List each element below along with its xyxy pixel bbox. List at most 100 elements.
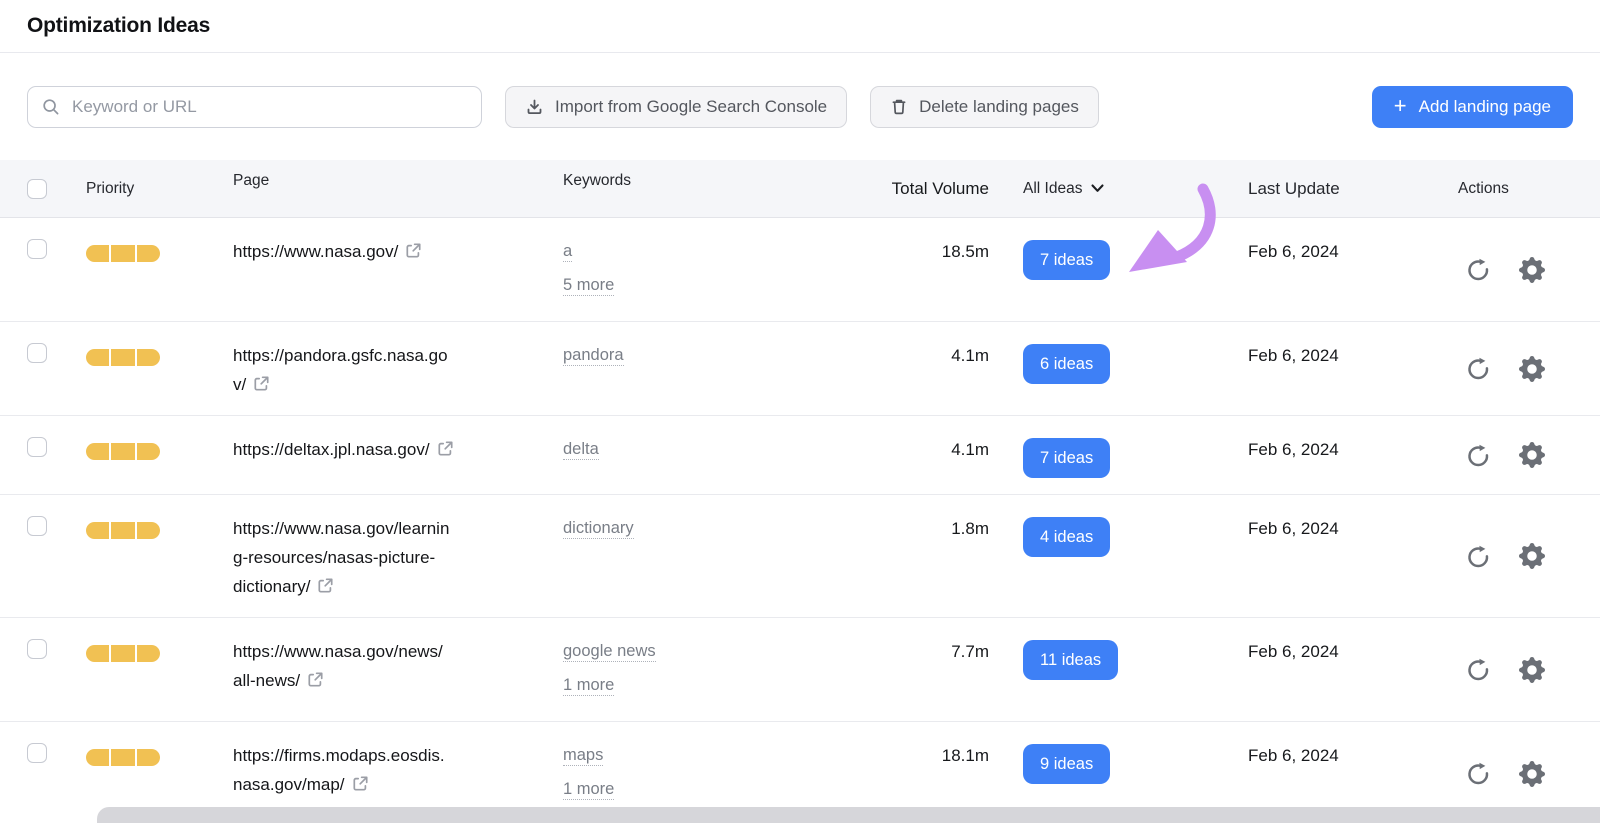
keyword-link[interactable]: delta (563, 440, 599, 460)
refresh-button[interactable] (1466, 544, 1491, 569)
add-landing-page-button[interactable]: + Add landing page (1372, 86, 1573, 128)
table-header: Priority Page Keywords Total Volume All … (0, 160, 1600, 218)
ideas-button[interactable]: 9 ideas (1023, 744, 1110, 784)
settings-button[interactable] (1519, 257, 1545, 283)
keyword-link[interactable]: google news (563, 642, 656, 662)
refresh-button[interactable] (1466, 356, 1491, 381)
page-url: https://www.nasa.gov/learning-resources/… (233, 514, 543, 601)
priority-indicator (86, 245, 160, 262)
external-link-icon[interactable] (317, 579, 334, 598)
page-url-line: https://www.nasa.gov/news/ (233, 637, 543, 666)
settings-button[interactable] (1519, 761, 1545, 787)
keyword-link[interactable]: maps (563, 746, 603, 766)
ideas-cell: 6 ideas (989, 322, 1214, 415)
import-gsc-label: Import from Google Search Console (555, 97, 827, 117)
refresh-icon (1466, 356, 1491, 381)
priority-indicator (86, 443, 160, 460)
header-keywords: Keywords (563, 172, 838, 206)
external-link-icon[interactable] (352, 777, 369, 796)
search-input[interactable] (70, 96, 467, 118)
page-url: https://pandora.gsfc.nasa.gov/ (233, 341, 543, 399)
table-row: https://www.nasa.gov/ a5 more 18.5m 7 id… (0, 218, 1600, 321)
delete-landing-pages-button[interactable]: Delete landing pages (870, 86, 1099, 128)
priority-cell (86, 416, 233, 494)
gear-icon (1519, 356, 1545, 382)
keyword-link[interactable]: 1 more (563, 780, 614, 800)
priority-segment (111, 443, 134, 460)
page-cell: https://deltax.jpl.nasa.gov/ (233, 416, 563, 494)
row-checkbox[interactable] (27, 639, 47, 659)
row-checkbox-cell (0, 495, 86, 617)
page-url-line: https://firms.modaps.eosdis. (233, 741, 543, 770)
title-bar: Optimization Ideas (0, 0, 1600, 53)
header-page: Page (233, 172, 563, 206)
actions-cell (1424, 416, 1600, 494)
priority-segment (86, 749, 109, 766)
settings-button[interactable] (1519, 442, 1545, 468)
row-checkbox[interactable] (27, 343, 47, 363)
refresh-icon (1466, 443, 1491, 468)
row-checkbox[interactable] (27, 516, 47, 536)
ideas-button[interactable]: 6 ideas (1023, 344, 1110, 384)
priority-indicator (86, 749, 160, 766)
refresh-button[interactable] (1466, 761, 1491, 786)
priority-segment (86, 349, 109, 366)
settings-button[interactable] (1519, 543, 1545, 569)
priority-segment (86, 522, 109, 539)
refresh-button[interactable] (1466, 257, 1491, 282)
ideas-cell: 11 ideas (989, 618, 1214, 721)
keyword-link[interactable]: a (563, 242, 572, 262)
keyword-link[interactable]: 5 more (563, 276, 614, 296)
keywords-cell: pandora (563, 322, 838, 415)
ideas-button[interactable]: 7 ideas (1023, 240, 1110, 280)
external-link-icon[interactable] (405, 244, 422, 263)
all-ideas-filter[interactable]: All Ideas (1023, 180, 1214, 198)
priority-segment (111, 522, 134, 539)
priority-segment (137, 749, 160, 766)
page-url: https://deltax.jpl.nasa.gov/ (233, 435, 543, 464)
settings-button[interactable] (1519, 657, 1545, 683)
ideas-button[interactable]: 11 ideas (1023, 640, 1118, 680)
refresh-icon (1466, 257, 1491, 282)
ideas-button[interactable]: 4 ideas (1023, 517, 1110, 557)
last-update-value: Feb 6, 2024 (1214, 322, 1424, 415)
gear-icon (1519, 257, 1545, 283)
refresh-icon (1466, 544, 1491, 569)
row-checkbox[interactable] (27, 239, 47, 259)
external-link-icon[interactable] (437, 442, 454, 461)
select-all-checkbox[interactable] (27, 179, 47, 199)
keyword-link[interactable]: 1 more (563, 676, 614, 696)
page-url-line: https://www.nasa.gov/learnin (233, 514, 543, 543)
all-ideas-label: All Ideas (1023, 180, 1082, 198)
import-gsc-button[interactable]: Import from Google Search Console (505, 86, 847, 128)
priority-indicator (86, 645, 160, 662)
priority-segment (137, 645, 160, 662)
row-checkbox[interactable] (27, 437, 47, 457)
header-all-ideas: All Ideas (989, 180, 1214, 198)
actions-cell (1424, 618, 1600, 721)
total-volume-value: 4.1m (838, 416, 989, 494)
plus-icon: + (1394, 95, 1407, 117)
refresh-button[interactable] (1466, 443, 1491, 468)
search-field[interactable] (27, 86, 482, 128)
header-actions: Actions (1424, 180, 1600, 198)
keyword-link[interactable]: dictionary (563, 519, 634, 539)
refresh-button[interactable] (1466, 657, 1491, 682)
page-url-line: https://deltax.jpl.nasa.gov/ (233, 435, 543, 464)
toolbar: Import from Google Search Console Delete… (0, 86, 1600, 128)
page-cell: https://pandora.gsfc.nasa.gov/ (233, 322, 563, 415)
total-volume-value: 4.1m (838, 322, 989, 415)
keyword-line: a (563, 237, 828, 266)
priority-cell (86, 618, 233, 721)
row-checkbox[interactable] (27, 743, 47, 763)
ideas-cell: 7 ideas (989, 218, 1214, 321)
settings-button[interactable] (1519, 356, 1545, 382)
external-link-icon[interactable] (307, 673, 324, 692)
keyword-line: 5 more (563, 271, 828, 300)
priority-segment (86, 443, 109, 460)
ideas-button[interactable]: 7 ideas (1023, 438, 1110, 478)
priority-cell (86, 495, 233, 617)
page-bottom-edge (97, 807, 1600, 823)
keyword-link[interactable]: pandora (563, 346, 624, 366)
external-link-icon[interactable] (253, 377, 270, 396)
